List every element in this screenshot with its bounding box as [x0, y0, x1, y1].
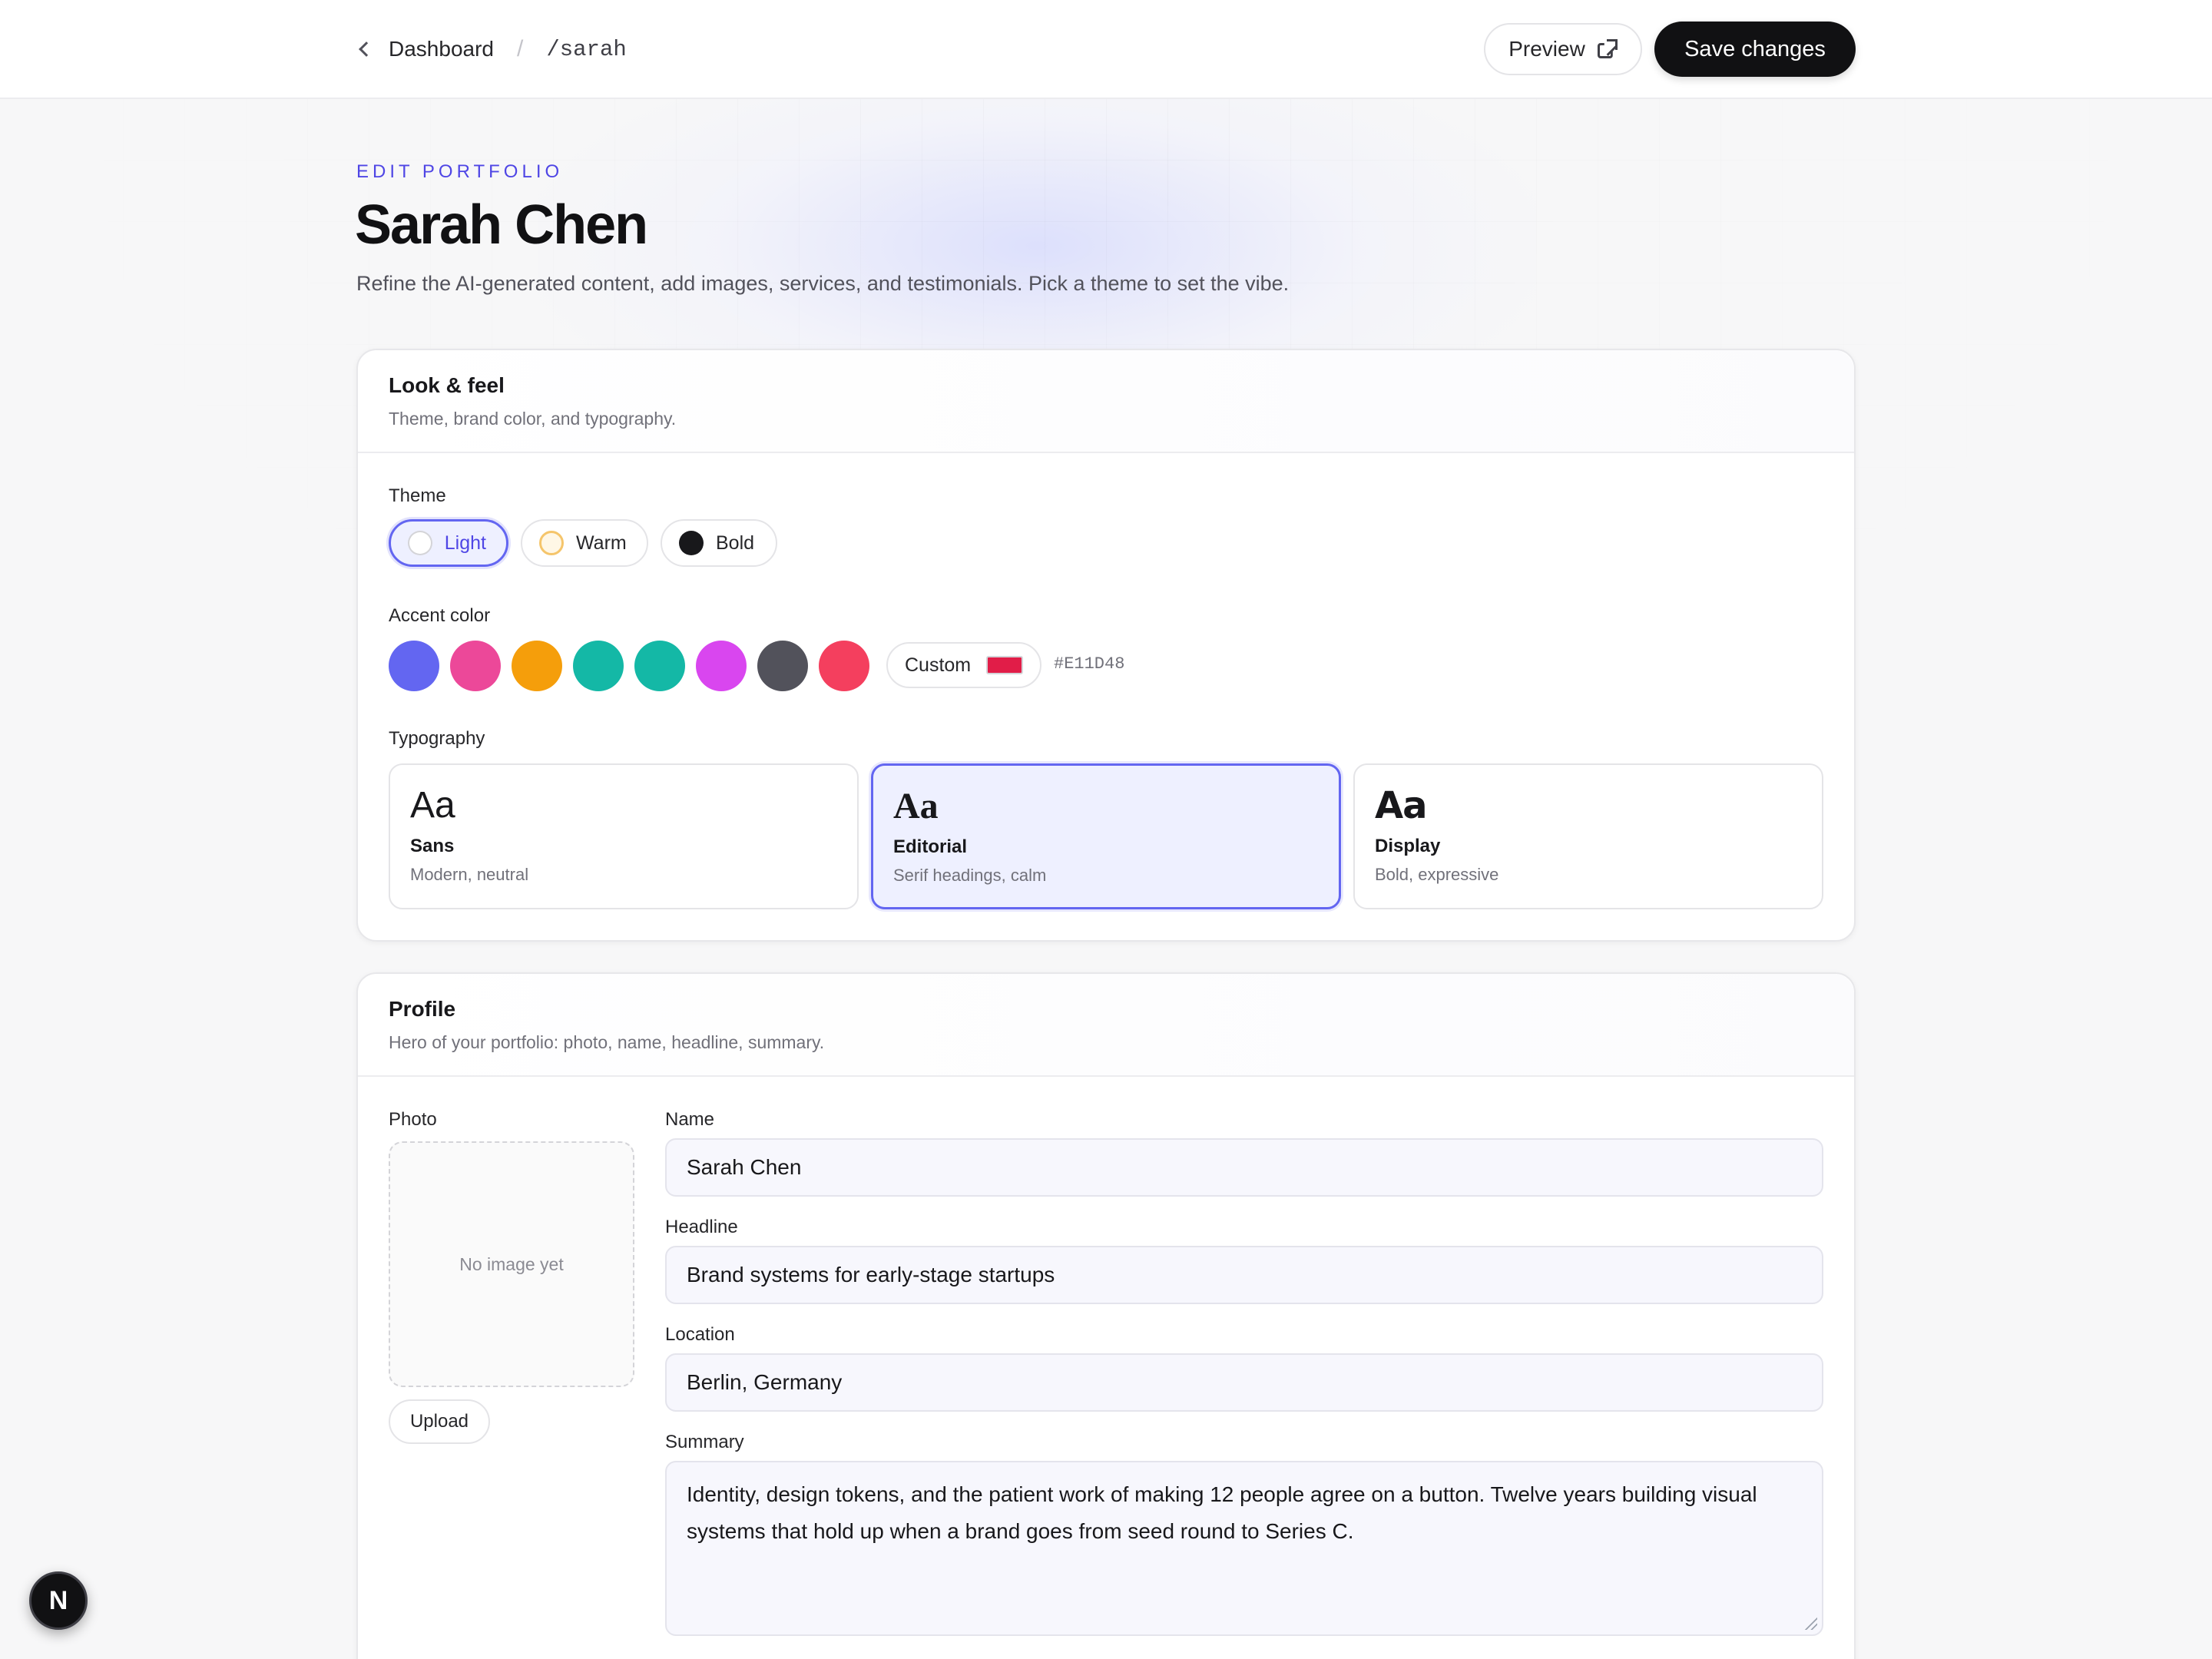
n-logo-icon: N [48, 1585, 68, 1615]
accent-swatch-teal[interactable] [573, 641, 624, 691]
breadcrumb-slug: /sarah [546, 36, 627, 62]
theme-option-label: Bold [716, 531, 755, 554]
summary-textarea[interactable]: Identity, design tokens, and the patient… [665, 1461, 1823, 1636]
theme-option-warm[interactable]: Warm [521, 519, 648, 567]
page-eyebrow: EDIT PORTFOLIO [356, 161, 564, 182]
profile-title: Profile [389, 997, 456, 1021]
typography-sample: Aa [893, 786, 939, 826]
summary-text: Identity, design tokens, and the patient… [687, 1482, 1757, 1543]
upload-button-label: Upload [409, 1411, 469, 1432]
location-label: Location [665, 1324, 735, 1345]
look-and-feel-description: Theme, brand color, and typography. [389, 409, 677, 429]
bold-theme-dot-icon [679, 531, 704, 555]
accent-swatch-amber[interactable] [512, 641, 562, 691]
page-subtitle: Refine the AI-generated content, add ima… [356, 272, 1290, 295]
typography-name: Sans [410, 836, 455, 856]
typography-sample: Aa [1375, 784, 1428, 827]
preview-button[interactable]: Preview [1484, 23, 1642, 75]
save-changes-button[interactable]: Save changes [1654, 22, 1856, 77]
custom-color-picker[interactable]: Custom [886, 642, 1041, 688]
breadcrumb-dashboard-label: Dashboard [389, 37, 494, 61]
name-label: Name [665, 1109, 715, 1130]
headline-label: Headline [665, 1217, 738, 1237]
location-field[interactable] [665, 1353, 1823, 1412]
look-and-feel-title: Look & feel [389, 373, 505, 397]
look-and-feel-header: Look & feel Theme, brand color, and typo… [358, 350, 1854, 453]
accent-swatch-slate[interactable] [757, 641, 808, 691]
warm-theme-dot-icon [539, 531, 564, 555]
accent-swatch-fuchsia[interactable] [696, 641, 747, 691]
top-bar: Dashboard / /sarah Preview Save changes [0, 0, 2212, 99]
typography-sample: Aa [410, 785, 455, 826]
breadcrumb-separator: / [516, 36, 524, 61]
dev-tools-badge[interactable]: N [29, 1571, 88, 1630]
upload-button[interactable]: Upload [389, 1399, 490, 1444]
preview-button-label: Preview [1508, 37, 1585, 61]
breadcrumb: Dashboard / /sarah [356, 34, 627, 65]
headline-field[interactable] [665, 1246, 1823, 1304]
custom-color-label: Custom [905, 654, 972, 676]
page-title: Sarah Chen [355, 194, 648, 256]
theme-option-label: Light [444, 531, 486, 554]
typography-description: Bold, expressive [1375, 865, 1499, 884]
light-theme-dot-icon [408, 531, 432, 555]
typography-description: Serif headings, calm [893, 866, 1047, 885]
accent-swatch-rose[interactable] [819, 641, 869, 691]
typography-label: Typography [389, 728, 485, 749]
chevron-left-icon [359, 41, 374, 57]
profile-header: Profile Hero of your portfolio: photo, n… [358, 974, 1854, 1077]
accent-swatch-teal-2[interactable] [634, 641, 685, 691]
accent-swatch-pink[interactable] [450, 641, 501, 691]
resize-handle-icon[interactable] [1803, 1616, 1817, 1630]
theme-option-light[interactable]: Light [389, 519, 508, 567]
name-field[interactable] [665, 1138, 1823, 1197]
typography-option-display[interactable]: Aa Display Bold, expressive [1353, 763, 1823, 909]
save-changes-label: Save changes [1684, 36, 1826, 61]
profile-description: Hero of your portfolio: photo, name, hea… [389, 1032, 825, 1052]
theme-option-bold[interactable]: Bold [661, 519, 777, 567]
breadcrumb-dashboard-link[interactable]: Dashboard [356, 37, 494, 61]
photo-label: Photo [389, 1109, 437, 1130]
typography-option-editorial[interactable]: Aa Editorial Serif headings, calm [871, 763, 1341, 909]
accent-color-label: Accent color [389, 605, 491, 626]
summary-label: Summary [665, 1432, 744, 1452]
photo-dropzone[interactable]: No image yet [389, 1141, 634, 1387]
theme-label: Theme [389, 485, 446, 506]
external-link-icon [1597, 39, 1618, 59]
typography-name: Editorial [893, 836, 968, 857]
photo-placeholder-text: No image yet [459, 1253, 564, 1274]
typography-name: Display [1375, 836, 1441, 856]
typography-description: Modern, neutral [410, 865, 529, 884]
theme-option-label: Warm [576, 531, 627, 554]
typography-option-sans[interactable]: Aa Sans Modern, neutral [389, 763, 859, 909]
custom-color-chip [986, 656, 1024, 674]
custom-color-hex: #E11D48 [1054, 654, 1125, 674]
accent-swatch-indigo[interactable] [389, 641, 439, 691]
